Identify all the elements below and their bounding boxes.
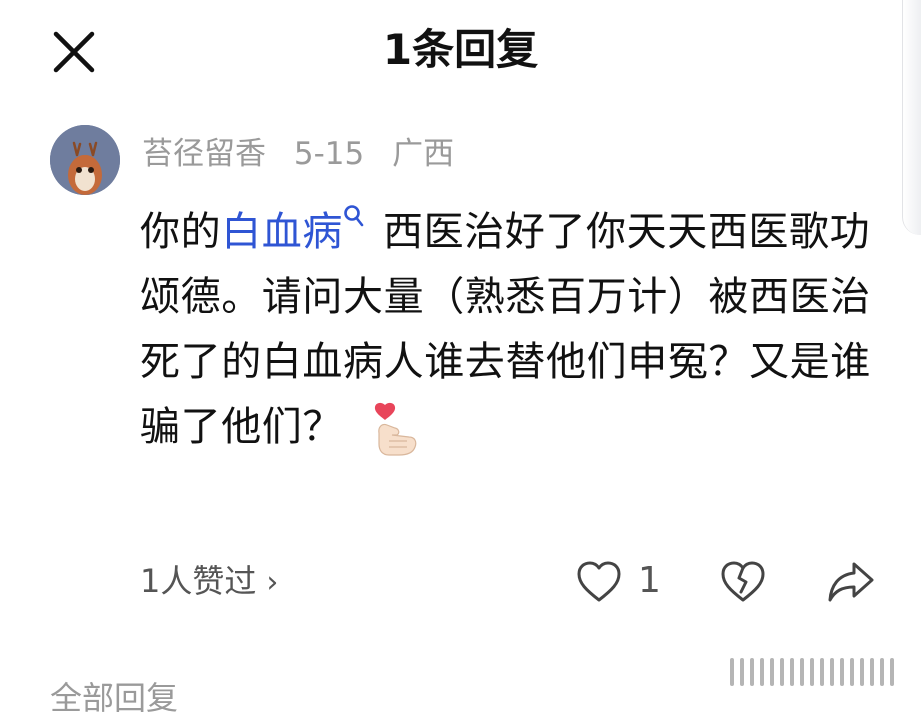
chevron-right-icon: › bbox=[266, 565, 279, 600]
like-count: 1 bbox=[638, 560, 661, 601]
header-bar: 1条回复 bbox=[0, 0, 921, 100]
watermark-logo bbox=[730, 658, 894, 686]
comment-location: 广西 bbox=[392, 136, 455, 172]
heart-outline-icon bbox=[577, 561, 621, 602]
comment-text-before: 你的 bbox=[140, 209, 222, 255]
dislike-button[interactable] bbox=[720, 560, 766, 604]
broken-heart-icon bbox=[721, 561, 765, 602]
comment-body: 你的白血病 西医治好了你天天西医歌功颂德。请问大量（熟悉百万计）被西医治死了的白… bbox=[140, 200, 875, 460]
username[interactable]: 苔径留香 bbox=[142, 136, 266, 172]
search-icon[interactable] bbox=[343, 204, 365, 230]
finger-heart-emoji bbox=[374, 402, 417, 456]
liked-by-link[interactable]: 1人赞过 › bbox=[140, 556, 278, 608]
keyword-link[interactable]: 白血病 bbox=[221, 209, 343, 255]
side-panel-edge bbox=[902, 0, 921, 235]
comment-date: 5-15 bbox=[293, 136, 365, 172]
avatar-image bbox=[50, 125, 120, 195]
liked-by-text: 1人赞过 bbox=[140, 562, 257, 600]
comment-meta: 苔径留香 5-15 广西 bbox=[142, 132, 472, 176]
all-replies-heading: 全部回复 bbox=[50, 679, 179, 717]
share-button[interactable] bbox=[826, 558, 876, 604]
avatar[interactable] bbox=[50, 125, 120, 195]
page-title: 1条回复 bbox=[382, 25, 539, 74]
share-arrow-icon bbox=[828, 562, 874, 602]
like-button[interactable] bbox=[576, 560, 622, 604]
